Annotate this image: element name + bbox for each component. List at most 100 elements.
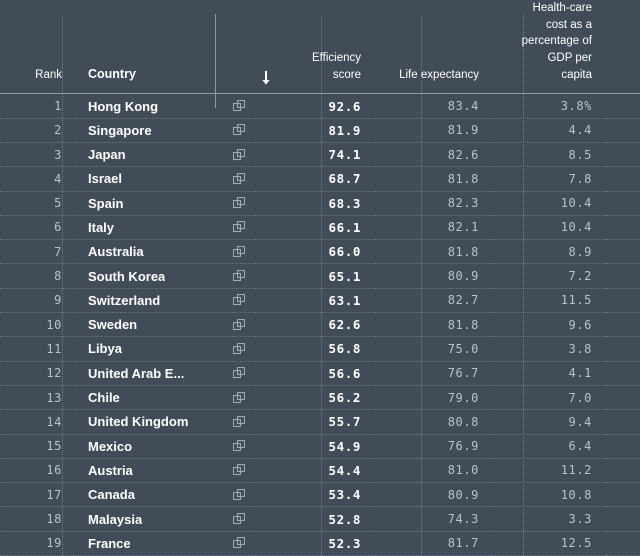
cell-efficiency-score: 52.8 xyxy=(255,507,375,531)
table-row[interactable]: 2Singapore81.981.94.42,286 xyxy=(0,118,640,142)
column-header-pct-line2: cost as a xyxy=(546,19,592,31)
data-table: Rank Country Efficiency score Life expec… xyxy=(0,0,640,556)
column-header-efficiency-score[interactable]: Efficiency score xyxy=(255,0,375,94)
copy-icon[interactable] xyxy=(233,367,245,379)
cell-healthcare-cost-per-capita: 620 xyxy=(606,434,640,458)
table-row[interactable]: 1Hong Kong92.683.43.8%$1,409 xyxy=(0,94,640,118)
cell-country[interactable]: United Kingdom xyxy=(74,410,255,434)
cell-healthcare-cost-per-capita: 3,027 xyxy=(606,191,640,215)
cell-efficiency-score: 63.1 xyxy=(255,288,375,312)
copy-icon[interactable] xyxy=(233,149,245,161)
table-row[interactable]: 5Spain68.382.310.43,027 xyxy=(0,191,640,215)
cell-healthcare-cost-per-capita: 1,075 xyxy=(606,385,640,409)
cell-country[interactable]: Spain xyxy=(74,191,255,215)
column-header-life-expectancy[interactable]: Life expectancy xyxy=(375,0,491,94)
arrow-down-icon[interactable] xyxy=(261,71,271,85)
cell-efficiency-score: 54.4 xyxy=(255,458,375,482)
table-row[interactable]: 19France52.381.712.54,952 xyxy=(0,531,640,555)
cell-country[interactable]: Italy xyxy=(74,215,255,239)
copy-icon[interactable] xyxy=(233,294,245,306)
copy-icon[interactable] xyxy=(233,513,245,525)
cell-country[interactable]: United Arab E... xyxy=(74,361,255,385)
cell-country[interactable]: Austria xyxy=(74,458,255,482)
cell-life-expectancy: 82.7 xyxy=(375,288,491,312)
cell-healthcare-pct-gdp: 10.8 xyxy=(491,483,606,507)
cell-healthcare-cost-per-capita: 5,630 xyxy=(606,483,640,507)
cell-country[interactable]: Malaysia xyxy=(74,507,255,531)
table-row[interactable]: 15Mexico54.976.96.4620 xyxy=(0,434,640,458)
cell-country[interactable]: France xyxy=(74,531,255,555)
copy-icon[interactable] xyxy=(233,221,245,233)
copy-icon[interactable] xyxy=(233,489,245,501)
table-row[interactable]: 10Sweden62.681.89.65,331 xyxy=(0,313,640,337)
cell-country[interactable]: Switzerland xyxy=(74,288,255,312)
table-row[interactable]: 9Switzerland63.182.711.59,121 xyxy=(0,288,640,312)
table-row[interactable]: 13Chile56.279.07.01,075 xyxy=(0,385,640,409)
copy-icon[interactable] xyxy=(233,440,245,452)
cell-healthcare-pct-gdp: 8.9 xyxy=(491,240,606,264)
cell-healthcare-cost-per-capita: 1,616 xyxy=(606,264,640,288)
column-header-healthcare-cost-pct-gdp[interactable]: Health-care cost as a percentage of GDP … xyxy=(491,0,606,94)
cell-rank: 9 xyxy=(0,288,74,312)
table-row[interactable]: 16Austria54.481.011.25,280 xyxy=(0,458,640,482)
column-header-country[interactable]: Country xyxy=(74,0,255,94)
cell-healthcare-cost-per-capita: 2,426 xyxy=(606,167,640,191)
cell-efficiency-score: 56.6 xyxy=(255,361,375,385)
cell-healthcare-pct-gdp: 4.4 xyxy=(491,118,606,142)
cell-country[interactable]: Japan xyxy=(74,142,255,166)
copy-icon[interactable] xyxy=(233,246,245,258)
cell-rank: 13 xyxy=(0,385,74,409)
cell-country[interactable]: Israel xyxy=(74,167,255,191)
table-row[interactable]: 3Japan74.182.68.53,958 xyxy=(0,142,640,166)
cell-country[interactable]: Hong Kong xyxy=(74,94,255,118)
copy-icon[interactable] xyxy=(233,270,245,282)
country-name: Hong Kong xyxy=(88,99,158,114)
table-row[interactable]: 18Malaysia52.874.33.3346 xyxy=(0,507,640,531)
cell-life-expectancy: 81.0 xyxy=(375,458,491,482)
copy-icon[interactable] xyxy=(233,319,245,331)
cell-country[interactable]: Singapore xyxy=(74,118,255,142)
cell-efficiency-score: 56.2 xyxy=(255,385,375,409)
copy-icon[interactable] xyxy=(233,537,245,549)
column-header-pct-line5: capita xyxy=(561,69,592,81)
cell-healthcare-pct-gdp: 9.4 xyxy=(491,410,606,434)
table-row[interactable]: 11Libya56.875.03.8398 xyxy=(0,337,640,361)
header-row: Rank Country Efficiency score Life expec… xyxy=(0,0,640,94)
copy-icon[interactable] xyxy=(233,100,245,112)
cell-country[interactable]: Australia xyxy=(74,240,255,264)
copy-icon[interactable] xyxy=(233,392,245,404)
cell-country[interactable]: Chile xyxy=(74,385,255,409)
table-row[interactable]: 8South Korea65.180.97.21,616 xyxy=(0,264,640,288)
cell-country[interactable]: Libya xyxy=(74,337,255,361)
column-header-rank[interactable]: Rank xyxy=(0,0,74,94)
table-row[interactable]: 4Israel68.781.87.82,426 xyxy=(0,167,640,191)
column-header-healthcare-cost-per-capita[interactable]: Health-care cost per capita xyxy=(606,0,640,94)
cell-country[interactable]: Mexico xyxy=(74,434,255,458)
copy-icon[interactable] xyxy=(233,173,245,185)
table-row[interactable]: 17Canada53.480.910.85,630 xyxy=(0,483,640,507)
table-row[interactable]: 14United Kingdom55.780.89.43,609 xyxy=(0,410,640,434)
cell-rank: 8 xyxy=(0,264,74,288)
cell-country[interactable]: Canada xyxy=(74,483,255,507)
copy-icon[interactable] xyxy=(233,464,245,476)
column-header-life-expectancy-label: Life expectancy xyxy=(399,69,479,81)
table-row[interactable]: 7Australia66.081.88.95,939 xyxy=(0,240,640,264)
country-name: France xyxy=(88,536,131,551)
copy-icon[interactable] xyxy=(233,197,245,209)
copy-icon[interactable] xyxy=(233,416,245,428)
cell-efficiency-score: 68.7 xyxy=(255,167,375,191)
cell-country[interactable]: South Korea xyxy=(74,264,255,288)
cell-healthcare-pct-gdp: 6.4 xyxy=(491,434,606,458)
table-row[interactable]: 12United Arab E...56.676.74.11,640 xyxy=(0,361,640,385)
cell-efficiency-score: 66.1 xyxy=(255,215,375,239)
copy-icon[interactable] xyxy=(233,343,245,355)
cell-rank: 16 xyxy=(0,458,74,482)
cell-efficiency-score: 74.1 xyxy=(255,142,375,166)
cell-healthcare-cost-per-capita: 3,436 xyxy=(606,215,640,239)
country-name: Sweden xyxy=(88,317,137,332)
cell-country[interactable]: Sweden xyxy=(74,313,255,337)
cell-rank: 17 xyxy=(0,483,74,507)
copy-icon[interactable] xyxy=(233,124,245,136)
table-row[interactable]: 6Italy66.182.110.43,436 xyxy=(0,215,640,239)
cell-healthcare-cost-per-capita: 2,286 xyxy=(606,118,640,142)
